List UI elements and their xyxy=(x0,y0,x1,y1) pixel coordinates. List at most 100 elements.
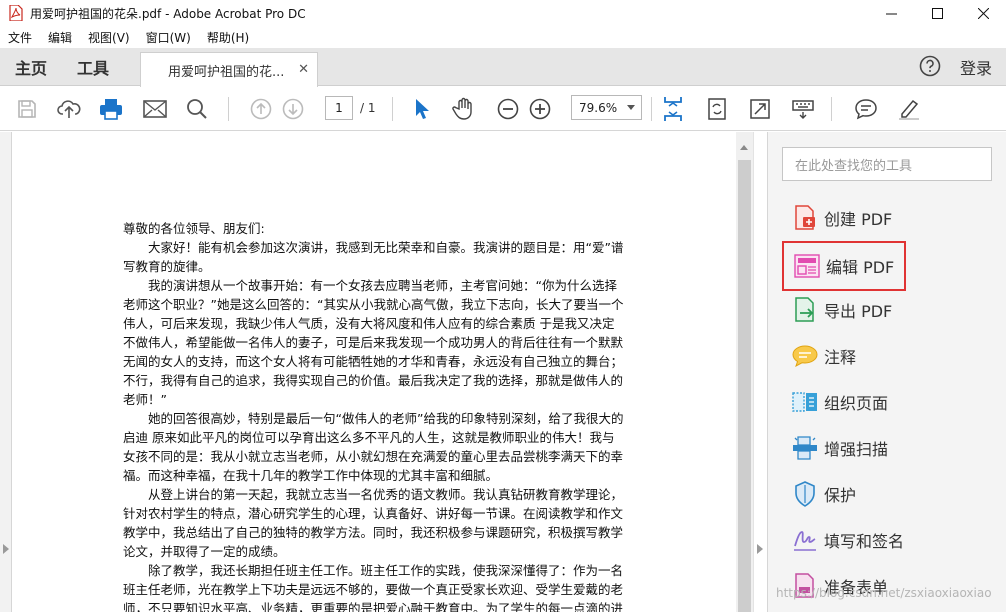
document-line: 除了教学，我还长期担任班主任工作。班主任工作的实践，使我深深懂得了：作为一名 xyxy=(123,563,624,578)
protect-icon xyxy=(790,479,820,509)
document-line: 针对农村学生的特点，潜心研究学生的心理，认真备好、讲好每一节课。在阅读教学和作文 xyxy=(123,506,624,521)
fit-page-icon[interactable] xyxy=(659,95,687,123)
minimize-button[interactable] xyxy=(868,0,914,26)
enhance-scan-icon xyxy=(790,433,820,463)
document-line: 启迪 原来如此平凡的岗位可以孕育出这么多不平凡的人生，这就是教师职业的伟大！我与 xyxy=(123,430,615,445)
close-window-button[interactable] xyxy=(960,0,1006,26)
tool-label: 导出 PDF xyxy=(824,302,893,321)
toolbar-separator xyxy=(831,97,832,121)
menu-window[interactable]: 窗口(W) xyxy=(138,29,199,46)
edit-pdf-icon xyxy=(792,251,822,281)
next-page-icon[interactable] xyxy=(279,95,307,123)
maximize-button[interactable] xyxy=(914,0,960,26)
title-bar: 用爱呵护祖国的花朵.pdf - Adobe Acrobat Pro DC xyxy=(0,0,1006,26)
document-line: 写教育的旋律。 xyxy=(123,259,211,274)
organize-pages-icon xyxy=(790,387,820,417)
tool-label: 填写和签名 xyxy=(824,532,905,551)
keyboard-mode-icon[interactable] xyxy=(789,95,817,123)
document-text: 尊敬的各位领导、朋友们: 大家好！能有机会参加这次演讲，我感到无比荣幸和自豪。我… xyxy=(123,219,630,612)
tool-label: 编辑 PDF xyxy=(826,258,895,277)
document-line: 无闻的女人的支持，而这个女人将有可能牺牲她的才华和青春，永远没有自己独立的舞台； xyxy=(123,354,624,369)
print-icon[interactable] xyxy=(97,95,125,123)
tool-organize-pages[interactable]: 组织页面 xyxy=(782,379,992,425)
window-title: 用爱呵护祖国的花朵.pdf - Adobe Acrobat Pro DC xyxy=(30,6,306,21)
document-line: 老师这个职业？”她是这么回答的：“其实从小我就心高气傲，我立下志向，长大了要当一… xyxy=(123,297,624,312)
right-pane-divider xyxy=(753,132,766,612)
document-line: 不做伟人，希望能做一名伟人的妻子，可是后来我发现一个成功男人的背后往往有一个默默 xyxy=(123,335,624,350)
tool-label: 创建 PDF xyxy=(824,210,893,229)
save-icon[interactable] xyxy=(13,95,41,123)
document-line: 她的回答很高妙，特别是最后一句“做伟人的老师”给我的印象特别深刻，给了我很大的 xyxy=(123,411,624,426)
document-line: 我的演讲想从一个故事开始：有一个女孩去应聘当老师，主考官问她：“你为什么选择 xyxy=(123,278,617,293)
comment-bubble-icon[interactable] xyxy=(852,95,880,123)
toolbar-separator xyxy=(651,97,652,121)
document-line: 论文，并取得了一定的成绩。 xyxy=(123,544,286,559)
tool-protect[interactable]: 保护 xyxy=(782,471,992,517)
collapse-right-pane-icon[interactable] xyxy=(757,544,763,554)
left-pane-rail xyxy=(0,132,12,612)
tool-export-pdf[interactable]: 导出 PDF xyxy=(782,287,992,333)
tool-label: 增强扫描 xyxy=(824,440,889,459)
menu-edit[interactable]: 编辑 xyxy=(40,29,80,46)
tool-create-pdf[interactable]: 创建 PDF xyxy=(782,195,992,241)
tool-label: 注释 xyxy=(824,348,857,367)
hand-tool-icon[interactable] xyxy=(450,95,478,123)
expand-left-pane-icon[interactable] xyxy=(3,544,9,554)
close-icon xyxy=(977,7,989,19)
tab-document[interactable]: 用爱呵护祖国的花... ✕ xyxy=(140,52,318,87)
acrobat-pdf-icon xyxy=(8,5,24,21)
cloud-upload-icon[interactable] xyxy=(55,95,83,123)
tool-enhance-scan[interactable]: 增强扫描 xyxy=(782,425,992,471)
tool-label: 组织页面 xyxy=(824,394,889,413)
menu-file[interactable]: 文件 xyxy=(0,29,40,46)
scroll-up-icon[interactable] xyxy=(740,145,748,150)
tool-fill-sign[interactable]: 填写和签名 xyxy=(782,517,992,563)
document-line: 师，不只要知识水平高、业务精，更重要的是把爱心融于教育中。为了学生的每一点滴的进 xyxy=(123,601,624,612)
page-total: / 1 xyxy=(360,101,376,115)
vertical-scrollbar[interactable] xyxy=(736,132,753,612)
scrollbar-thumb[interactable] xyxy=(738,160,751,612)
tool-comment[interactable]: 注释 xyxy=(782,333,992,379)
tool-edit-pdf[interactable]: 编辑 PDF xyxy=(782,241,906,291)
tool-label: 保护 xyxy=(824,486,857,505)
tab-home[interactable]: 主页 xyxy=(15,48,47,86)
watermark-url: https://blog.csdn.net/zsxiaoxiaoxiao xyxy=(776,586,992,600)
maximize-icon xyxy=(931,7,943,19)
document-line: 老师！” xyxy=(123,392,167,407)
email-icon[interactable] xyxy=(141,95,169,123)
create-pdf-icon xyxy=(790,203,820,233)
tool-search-input[interactable]: 在此处查找您的工具 xyxy=(782,147,992,181)
help-icon[interactable] xyxy=(919,55,941,80)
previous-page-icon[interactable] xyxy=(247,95,275,123)
fill-sign-icon xyxy=(790,525,820,555)
menu-help[interactable]: 帮助(H) xyxy=(199,29,257,46)
zoom-out-icon[interactable] xyxy=(494,95,522,123)
fullscreen-icon[interactable] xyxy=(746,95,774,123)
document-line: 尊敬的各位领导、朋友们: xyxy=(123,221,265,236)
zoom-in-icon[interactable] xyxy=(526,95,554,123)
document-line: 班主任老师，光在教学上下功夫是远远不够的，要做一个真正受家长欢迎、受学生爱戴的老 xyxy=(123,582,624,597)
toolbar xyxy=(0,87,1006,131)
tab-tools[interactable]: 工具 xyxy=(77,48,109,86)
toolbar-separator xyxy=(392,97,393,121)
zoom-level-value: 79.6% xyxy=(579,100,618,115)
close-tab-icon[interactable]: ✕ xyxy=(298,62,309,77)
page-number-input[interactable]: 1 xyxy=(325,96,353,120)
sign-pen-icon[interactable] xyxy=(895,95,923,123)
document-line: 大家好！能有机会参加这次演讲，我感到无比荣幸和自豪。我演讲的题目是：用“爱”谱 xyxy=(123,240,624,255)
zoom-level-select[interactable]: 79.6% xyxy=(571,95,642,120)
menu-bar: 文件 编辑 视图(V) 窗口(W) 帮助(H) xyxy=(0,26,1006,48)
document-line: 教学中，我总结出了自己的独特的教学方法。同时，我还积极参与课题研究，积极撰写教学 xyxy=(123,525,624,540)
rotate-view-icon[interactable] xyxy=(703,95,731,123)
select-cursor-icon[interactable] xyxy=(408,95,436,123)
export-pdf-icon xyxy=(790,295,820,325)
menu-view[interactable]: 视图(V) xyxy=(80,29,138,46)
comment-icon xyxy=(790,341,820,371)
login-button[interactable]: 登录 xyxy=(960,48,992,86)
document-line: 福。而这种幸福，在我十几年的教学工作中体现的尤其丰富和细腻。 xyxy=(123,468,499,483)
document-line: 伟人，可后来发现，我缺少伟人气质，没有大将风度和伟人应有的综合素质 于是我又决定 xyxy=(123,316,615,331)
search-icon[interactable] xyxy=(183,95,211,123)
toolbar-separator xyxy=(228,97,229,121)
tab-bar: 主页 工具 用爱呵护祖国的花... ✕ xyxy=(0,48,1006,87)
chevron-down-icon xyxy=(627,105,635,110)
